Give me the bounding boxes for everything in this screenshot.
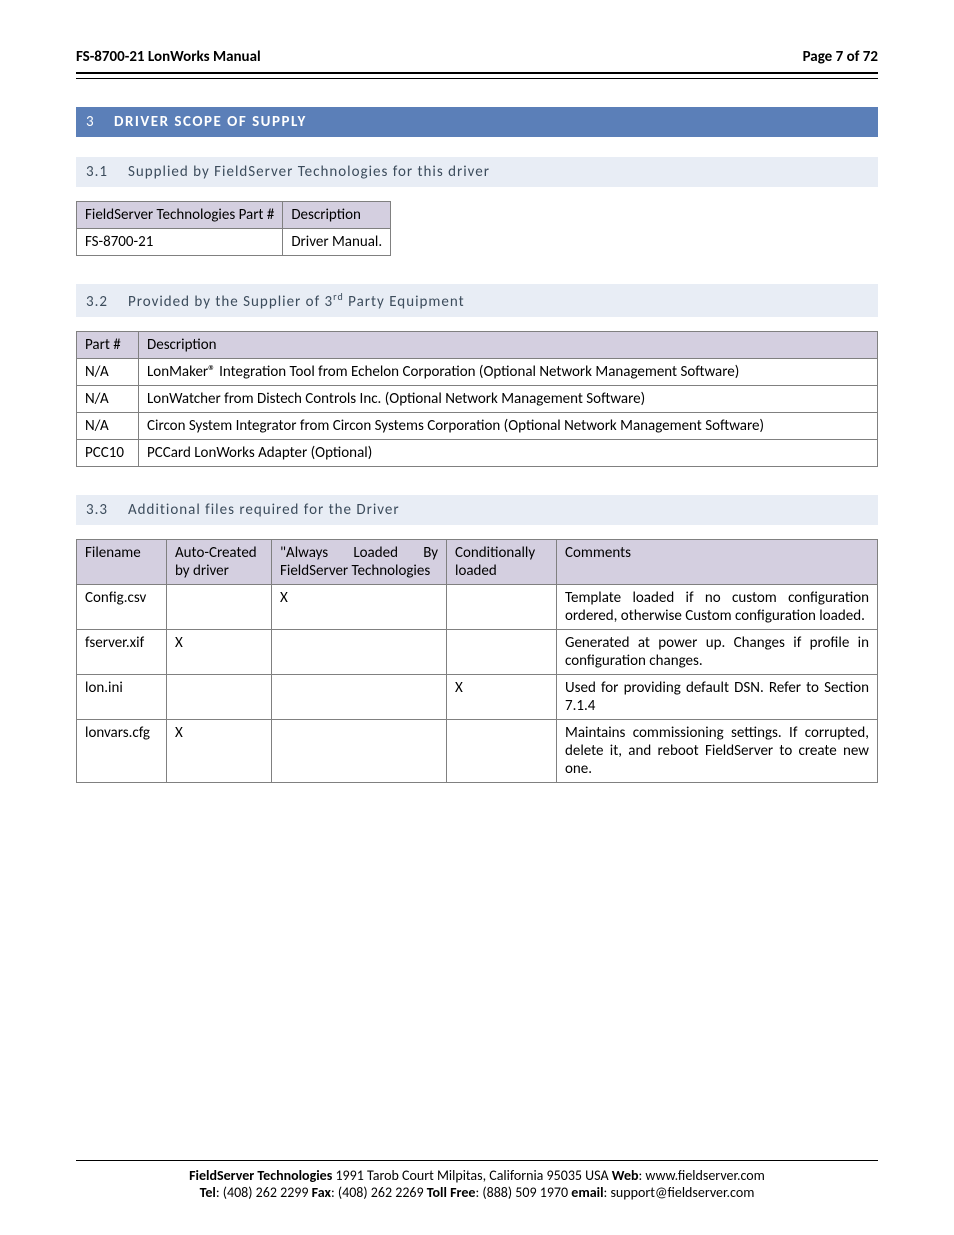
cell: PCCard LonWorks Adapter (Optional) (139, 440, 878, 467)
cell: N/A (77, 413, 139, 440)
col-header: Conditionally loaded (447, 540, 557, 585)
cell: Driver Manual. (283, 229, 391, 256)
table-row: N/A LonWatcher from Distech Controls Inc… (77, 386, 878, 413)
header-left: FS-8700-21 LonWorks Manual (76, 48, 261, 66)
col-header: Description (139, 332, 878, 359)
cell (272, 630, 447, 675)
cell: Config.csv (77, 585, 167, 630)
table-row: FS-8700-21 Driver Manual. (77, 229, 391, 256)
col-header: Part # (77, 332, 139, 359)
table-row: N/A LonMaker® Integration Tool from Eche… (77, 359, 878, 386)
table-row: N/A Circon System Integrator from Circon… (77, 413, 878, 440)
cell: lonvars.cfg (77, 720, 167, 783)
footer-fax-label: Fax (312, 1184, 331, 1201)
cell (167, 675, 272, 720)
col-header: FieldServer Technologies Part # (77, 202, 283, 229)
table-3-1: FieldServer Technologies Part # Descript… (76, 201, 391, 256)
sub-title: Supplied by FieldServer Technologies for… (128, 163, 490, 181)
cell: Circon System Integrator from Circon Sys… (139, 413, 878, 440)
subsection-3-2: 3.2 Provided by the Supplier of 3rd Part… (76, 284, 878, 317)
cell: N/A (77, 359, 139, 386)
table-3-2: Part # Description N/A LonMaker® Integra… (76, 331, 878, 467)
footer-email-label: email (571, 1184, 603, 1201)
footer-company: FieldServer Technologies (189, 1167, 332, 1184)
cell: X (272, 585, 447, 630)
cell (167, 585, 272, 630)
cell (272, 720, 447, 783)
cell: PCC10 (77, 440, 139, 467)
col-header: Filename (77, 540, 167, 585)
cell (272, 675, 447, 720)
cell: Maintains commissioning settings. If cor… (557, 720, 878, 783)
col-header: "Always Loaded By FieldServer Technologi… (272, 540, 447, 585)
table-row: Config.csv X Template loaded if no custo… (77, 585, 878, 630)
table-3-3: Filename Auto-Created by driver "Always … (76, 539, 878, 783)
cell: Template loaded if no custom configurati… (557, 585, 878, 630)
footer-tel: : (408) 262 2299 (216, 1184, 312, 1201)
cell (447, 720, 557, 783)
sub-title: Provided by the Supplier of 3rd Party Eq… (128, 290, 465, 311)
footer-address: 1991 Tarob Court Milpitas, California 95… (332, 1167, 611, 1184)
cell: X (167, 720, 272, 783)
table-row: lonvars.cfg X Maintains commissioning se… (77, 720, 878, 783)
footer: FieldServer Technologies 1991 Tarob Cour… (76, 1160, 878, 1201)
sub-num: 3.3 (86, 501, 128, 519)
subsection-3-3: 3.3 Additional files required for the Dr… (76, 495, 878, 525)
section-heading: 3 DRIVER SCOPE OF SUPPLY (76, 107, 878, 137)
table-row: fserver.xif X Generated at power up. Cha… (77, 630, 878, 675)
table-row: PCC10 PCCard LonWorks Adapter (Optional) (77, 440, 878, 467)
sub-title: Additional files required for the Driver (128, 501, 400, 519)
cell: N/A (77, 386, 139, 413)
header-right: Page 7 of 72 (803, 48, 878, 66)
cell: X (167, 630, 272, 675)
cell: Used for providing default DSN. Refer to… (557, 675, 878, 720)
col-header: Description (283, 202, 391, 229)
footer-toll: : (888) 509 1970 (475, 1184, 571, 1201)
footer-web-label: Web (612, 1167, 639, 1184)
section-title: DRIVER SCOPE OF SUPPLY (114, 113, 307, 131)
col-header: Comments (557, 540, 878, 585)
sub-num: 3.2 (86, 293, 128, 311)
footer-email: : support@fieldserver.com (604, 1184, 755, 1201)
section-num: 3 (86, 113, 114, 131)
cell: lon.ini (77, 675, 167, 720)
footer-toll-label: Toll Free (427, 1184, 476, 1201)
cell (447, 630, 557, 675)
sub-num: 3.1 (86, 163, 128, 181)
cell: X (447, 675, 557, 720)
cell: Generated at power up. Changes if profil… (557, 630, 878, 675)
footer-tel-label: Tel (200, 1184, 216, 1201)
cell (447, 585, 557, 630)
cell: LonMaker® Integration Tool from Echelon … (139, 359, 878, 386)
table-row: lon.ini X Used for providing default DSN… (77, 675, 878, 720)
cell: FS-8700-21 (77, 229, 283, 256)
col-header: Auto-Created by driver (167, 540, 272, 585)
cell: LonWatcher from Distech Controls Inc. (O… (139, 386, 878, 413)
subsection-3-1: 3.1 Supplied by FieldServer Technologies… (76, 157, 878, 187)
footer-fax: : (408) 262 2269 (331, 1184, 427, 1201)
footer-web: : www.fieldserver.com (639, 1167, 765, 1184)
cell: fserver.xif (77, 630, 167, 675)
